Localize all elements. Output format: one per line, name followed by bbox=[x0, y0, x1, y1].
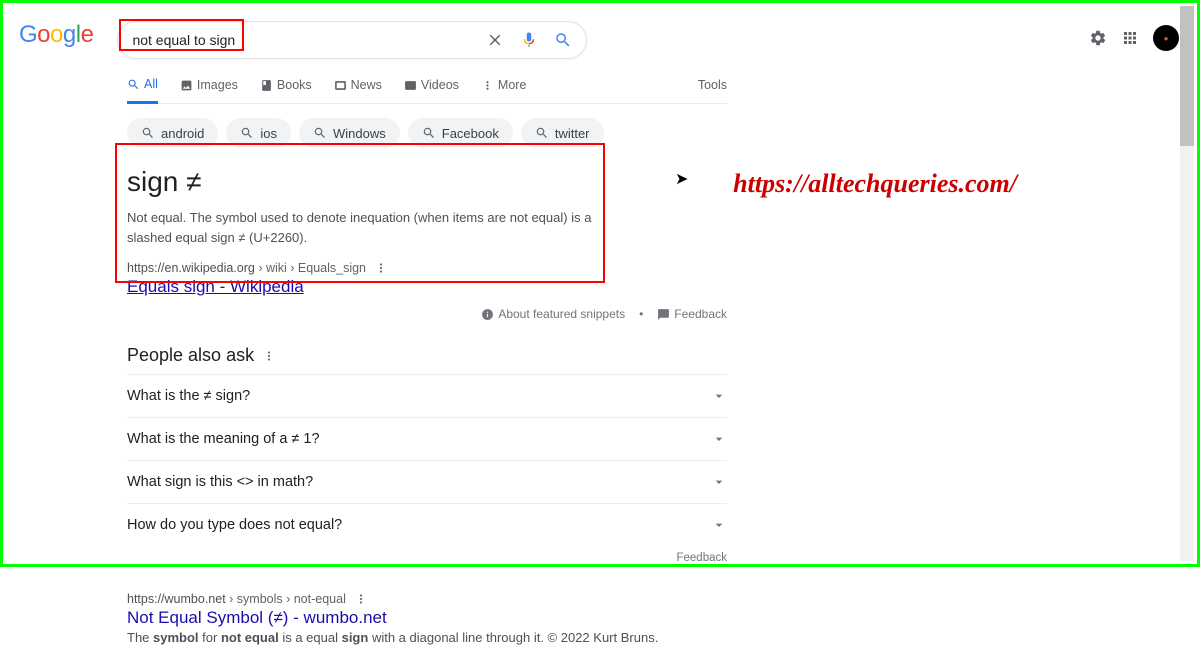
tabs-row: All Images Books News Videos More Tools bbox=[127, 77, 727, 104]
paa-feedback-link[interactable]: Feedback bbox=[127, 552, 727, 564]
chip-windows[interactable]: Windows bbox=[299, 118, 400, 148]
tools-link[interactable]: Tools bbox=[698, 78, 727, 102]
feedback-link[interactable]: Feedback bbox=[674, 307, 727, 321]
search-icon bbox=[240, 126, 254, 140]
paa-title: People also ask bbox=[127, 345, 727, 366]
featured-body: Not equal. The symbol used to denote ine… bbox=[127, 208, 627, 247]
result-link[interactable]: Equals sign - Wikipedia bbox=[127, 277, 304, 297]
settings-icon[interactable] bbox=[1089, 29, 1107, 47]
search-icon bbox=[313, 126, 327, 140]
chip-facebook[interactable]: Facebook bbox=[408, 118, 513, 148]
chips-row: android ios Windows Facebook twitter bbox=[127, 118, 727, 148]
chevron-down-icon bbox=[711, 431, 727, 447]
search-icon bbox=[141, 126, 155, 140]
feedback-icon bbox=[657, 308, 670, 321]
search-bar[interactable] bbox=[117, 21, 587, 59]
search-icon[interactable] bbox=[554, 31, 572, 49]
chevron-down-icon bbox=[711, 474, 727, 490]
more-icon[interactable] bbox=[262, 349, 276, 363]
search-input[interactable] bbox=[132, 32, 486, 48]
tab-news[interactable]: News bbox=[334, 78, 382, 102]
chip-twitter[interactable]: twitter bbox=[521, 118, 604, 148]
featured-snippet: sign ≠ Not equal. The symbol used to den… bbox=[127, 166, 727, 321]
clear-icon[interactable] bbox=[486, 31, 504, 49]
tab-videos[interactable]: Videos bbox=[404, 78, 459, 102]
scrollbar-thumb[interactable] bbox=[1180, 6, 1194, 146]
tab-images[interactable]: Images bbox=[180, 78, 238, 102]
chevron-down-icon bbox=[711, 517, 727, 533]
result-description: The symbol for not equal is a equal sign… bbox=[127, 630, 727, 645]
result-link[interactable]: Not Equal Symbol (≠) - wumbo.net bbox=[127, 608, 387, 627]
cursor-icon: ➤ bbox=[675, 169, 688, 189]
avatar[interactable]: ● bbox=[1153, 25, 1179, 51]
apps-icon[interactable] bbox=[1121, 29, 1139, 47]
result-breadcrumb: https://wumbo.net › symbols › not-equal bbox=[127, 592, 727, 606]
watermark-text: https://alltechqueries.com/ bbox=[733, 169, 1017, 199]
search-icon bbox=[535, 126, 549, 140]
more-icon[interactable] bbox=[374, 261, 388, 275]
chevron-down-icon bbox=[711, 388, 727, 404]
chip-ios[interactable]: ios bbox=[226, 118, 291, 148]
chip-android[interactable]: android bbox=[127, 118, 218, 148]
search-result: https://wumbo.net › symbols › not-equal … bbox=[127, 592, 727, 645]
paa-question[interactable]: What sign is this <> in math? bbox=[127, 460, 727, 503]
result-breadcrumb: https://en.wikipedia.org › wiki › Equals… bbox=[127, 261, 727, 275]
tab-more[interactable]: More bbox=[481, 78, 526, 102]
tab-books[interactable]: Books bbox=[260, 78, 312, 102]
tab-all[interactable]: All bbox=[127, 77, 158, 104]
paa-question[interactable]: What is the ≠ sign? bbox=[127, 374, 727, 417]
scrollbar[interactable] bbox=[1180, 6, 1194, 561]
about-snippets-link[interactable]: About featured snippets bbox=[498, 307, 625, 321]
mic-icon[interactable] bbox=[520, 31, 538, 49]
featured-heading: sign ≠ bbox=[127, 166, 727, 198]
paa-question[interactable]: What is the meaning of a ≠ 1? bbox=[127, 417, 727, 460]
paa-question[interactable]: How do you type does not equal? bbox=[127, 503, 727, 546]
people-also-ask: People also ask What is the ≠ sign? What… bbox=[127, 345, 727, 564]
more-icon[interactable] bbox=[354, 592, 368, 606]
search-icon bbox=[422, 126, 436, 140]
google-logo[interactable]: Google bbox=[19, 21, 93, 49]
info-icon[interactable] bbox=[481, 308, 494, 321]
